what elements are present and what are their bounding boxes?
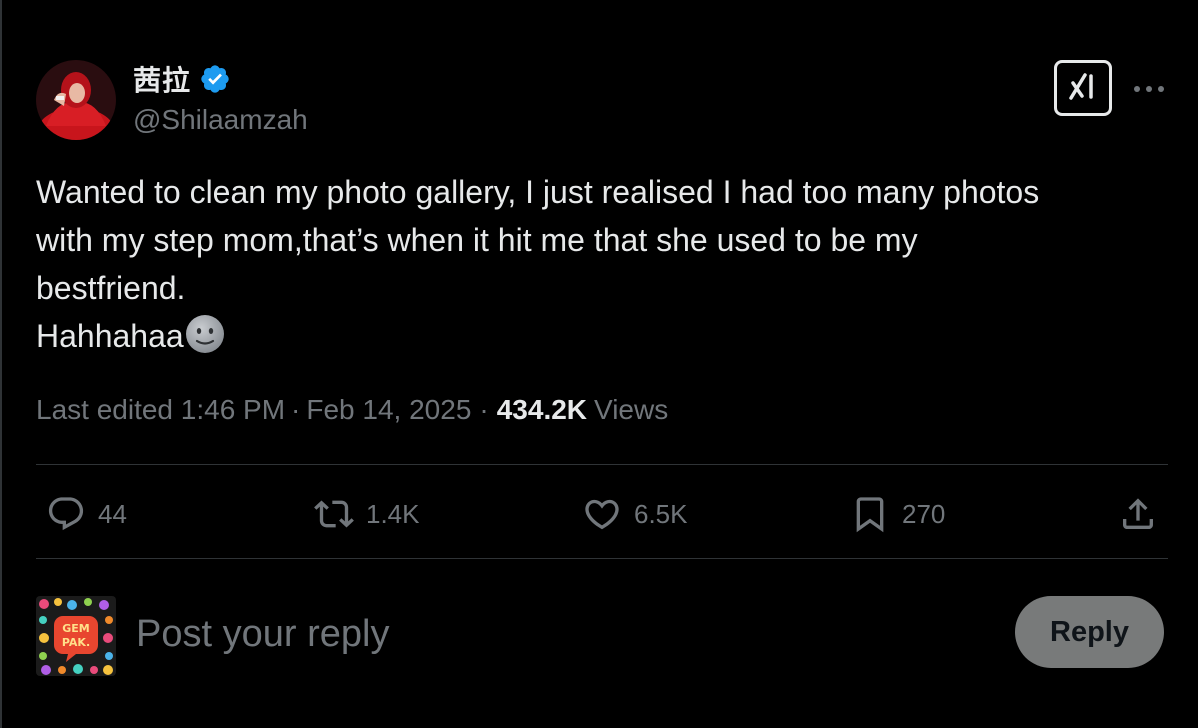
more-options-button[interactable] <box>1132 74 1166 104</box>
divider-top <box>36 464 1168 465</box>
more-icon <box>1133 80 1165 98</box>
share-icon <box>1116 494 1160 534</box>
divider-bottom <box>36 558 1168 559</box>
current-user-avatar[interactable]: GEM PAK. <box>36 596 116 676</box>
reply-action[interactable]: 44 <box>44 492 127 536</box>
tweet-text: Wanted to clean my photo gallery, I just… <box>36 168 1156 360</box>
tweet-page: 茜拉 @Shilaamzah Wanted to clean my photo … <box>0 0 1198 728</box>
author-avatar[interactable] <box>36 60 116 140</box>
repost-action[interactable]: 1.4K <box>312 492 420 536</box>
svg-text:GEM: GEM <box>62 622 90 635</box>
views-count: 434.2K <box>496 394 588 425</box>
reply-button[interactable]: Reply <box>1015 596 1164 668</box>
like-icon <box>580 494 624 534</box>
meta-separator: · <box>291 394 301 425</box>
like-count: 6.5K <box>634 498 688 529</box>
post-date[interactable]: Feb 14, 2025 <box>306 394 471 426</box>
repost-icon <box>312 494 356 534</box>
svg-text:PAK.: PAK. <box>62 636 90 649</box>
like-action[interactable]: 6.5K <box>580 492 688 536</box>
author-name-row: 茜拉 <box>133 59 231 99</box>
grok-button[interactable] <box>1054 60 1112 116</box>
neutral-face-emoji-icon <box>184 313 226 355</box>
bookmark-icon <box>848 494 892 534</box>
bookmark-action[interactable]: 270 <box>848 492 945 536</box>
edited-timestamp[interactable]: Last edited 1:46 PM <box>36 394 285 426</box>
repost-count: 1.4K <box>366 498 420 529</box>
views-label: Views <box>594 394 669 425</box>
reply-input[interactable] <box>136 606 836 662</box>
reply-icon <box>44 494 88 534</box>
reply-count: 44 <box>98 498 127 529</box>
author-handle[interactable]: @Shilaamzah <box>133 104 308 136</box>
author-display-name[interactable]: 茜拉 <box>133 59 191 99</box>
column-border <box>0 0 2 728</box>
share-action[interactable] <box>1116 492 1160 536</box>
meta-separator: · <box>479 394 489 425</box>
verified-badge-icon <box>199 63 231 95</box>
tweet-meta: Last edited 1:46 PM · Feb 14, 2025 · 434… <box>36 394 668 426</box>
grok-icon <box>1065 71 1101 106</box>
bookmark-count: 270 <box>902 498 946 529</box>
